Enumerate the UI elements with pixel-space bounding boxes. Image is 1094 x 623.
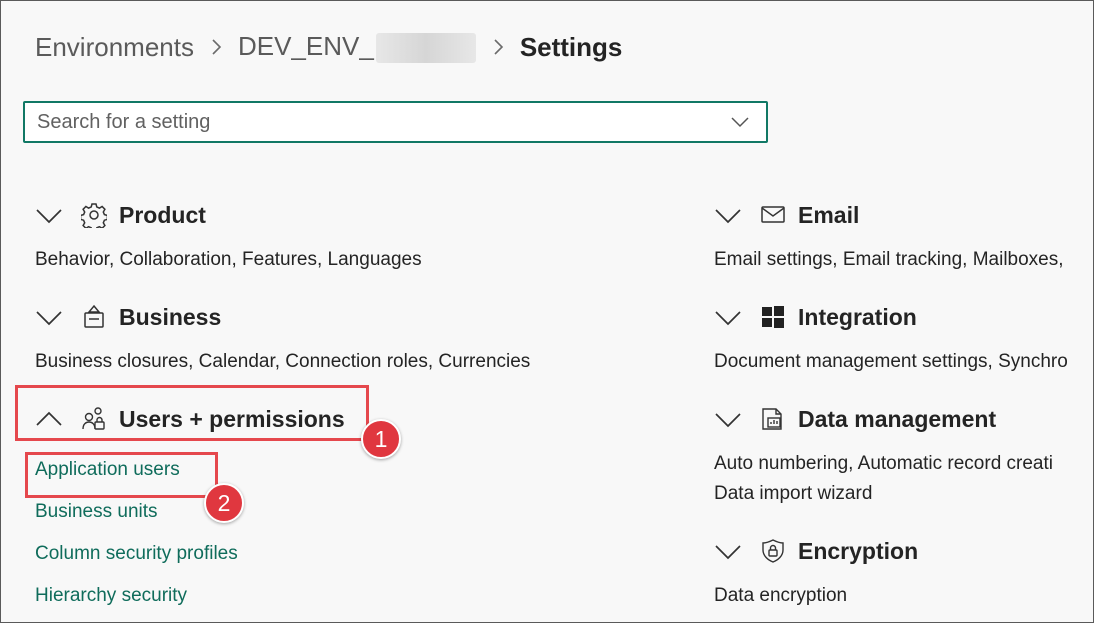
redacted-blur (375, 33, 476, 64)
search-input[interactable]: Search for a setting (25, 111, 728, 134)
chevron-down-icon[interactable] (714, 303, 742, 331)
section-business-description: Business closures, Calendar, Connection … (35, 351, 531, 372)
chevron-right-icon (494, 39, 503, 55)
section-product-title: Product (119, 201, 206, 228)
search-setting-dropdown[interactable]: Search for a setting (23, 101, 768, 143)
section-data-management-description: Auto numbering, Automatic record creati (714, 453, 1054, 474)
section-business-title: Business (119, 303, 222, 330)
section-encryption-title: Encryption (798, 537, 919, 564)
section-email-title: Email (798, 201, 860, 228)
callout-highlight-box (15, 385, 369, 441)
section-integration-description: Document management settings, Synchro (714, 351, 1068, 372)
section-integration-title: Integration (798, 303, 917, 330)
chevron-down-icon[interactable] (35, 201, 63, 229)
link-column-security-profiles[interactable]: Column security profiles (35, 543, 238, 565)
breadcrumb-environment-name[interactable]: DEV_ENV_ (237, 30, 476, 64)
callout-highlight-box (25, 452, 218, 498)
section-data-management-description-line2: Data import wizard (714, 483, 873, 504)
callout-badge-2: 2 (204, 483, 244, 523)
section-email-header[interactable]: Email (714, 199, 859, 231)
chevron-right-icon (212, 39, 222, 55)
section-email-description: Email settings, Email tracking, Mailboxe… (714, 249, 1064, 270)
breadcrumb: Environments DEV_ENV_ Settings (35, 29, 622, 65)
section-encryption-description: Data encryption (714, 585, 848, 606)
chevron-down-icon[interactable] (714, 537, 742, 565)
section-data-management-header[interactable]: Data management (714, 403, 996, 435)
chevron-down-icon[interactable] (728, 110, 752, 134)
page-title: Settings (519, 31, 623, 62)
windows-icon (762, 306, 784, 328)
section-product-header[interactable]: Product (35, 199, 206, 231)
chevron-down-icon[interactable] (714, 405, 742, 433)
link-business-units[interactable]: Business units (35, 501, 158, 523)
mail-icon (761, 206, 785, 223)
section-integration-header[interactable]: Integration (714, 301, 917, 333)
environment-name-text: DEV_ENV_ (237, 30, 374, 61)
link-hierarchy-security[interactable]: Hierarchy security (35, 585, 187, 607)
business-icon (84, 304, 104, 328)
gear-icon (81, 203, 107, 228)
section-business-header[interactable]: Business (35, 301, 221, 333)
settings-page: Environments DEV_ENV_ Settings Search fo… (0, 0, 1094, 623)
section-product-description: Behavior, Collaboration, Features, Langu… (35, 249, 422, 270)
section-data-management-title: Data management (798, 405, 997, 432)
callout-badge-1: 1 (361, 419, 401, 459)
section-encryption-header[interactable]: Encryption (714, 535, 918, 567)
data-management-icon (762, 408, 782, 430)
breadcrumb-environments[interactable]: Environments (35, 32, 194, 63)
chevron-down-icon[interactable] (35, 303, 63, 331)
chevron-down-icon[interactable] (714, 201, 742, 229)
shield-lock-icon (762, 539, 784, 563)
